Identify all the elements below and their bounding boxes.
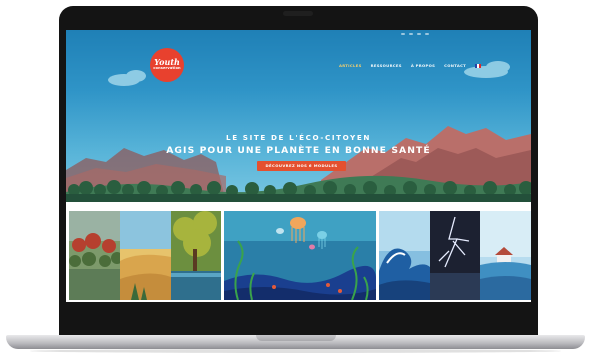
discover-modules-button[interactable]: DÉCOUVREZ NOS 6 MODULES xyxy=(257,161,346,171)
camera-icon xyxy=(283,11,313,16)
module-tile-climate[interactable] xyxy=(379,211,531,300)
module-tile-landscapes[interactable] xyxy=(69,211,221,300)
logo-text-sub: conservation xyxy=(153,66,181,70)
nav-item-a-propos[interactable]: À PROPOS xyxy=(411,63,435,68)
main-nav: ARTICLES RESSOURCES À PROPOS CONTACT xyxy=(339,63,482,68)
top-indicator xyxy=(401,33,429,35)
site-logo[interactable]: Youth conservation xyxy=(150,48,184,82)
nav-item-ressources[interactable]: RESSOURCES xyxy=(371,63,402,68)
module-tile-ocean[interactable] xyxy=(224,211,376,300)
module-gallery xyxy=(66,202,531,302)
logo-text-main: Youth xyxy=(154,57,180,67)
nav-item-articles[interactable]: ARTICLES xyxy=(339,63,362,68)
hero-illustration xyxy=(66,61,531,202)
hero-title: AGIS POUR UNE PLANÈTE EN BONNE SANTÉ xyxy=(166,145,431,156)
french-flag-icon[interactable] xyxy=(475,63,482,68)
nav-item-contact[interactable]: CONTACT xyxy=(444,63,466,68)
laptop-shadow xyxy=(30,349,561,353)
hero-subtitle: LE SITE DE L'ÉCO-CITOYEN xyxy=(226,133,371,142)
laptop-notch xyxy=(256,335,336,341)
website-screen: Youth conservation ARTICLES RESSOURCES À… xyxy=(66,30,531,302)
hero-section: Youth conservation ARTICLES RESSOURCES À… xyxy=(66,30,531,202)
